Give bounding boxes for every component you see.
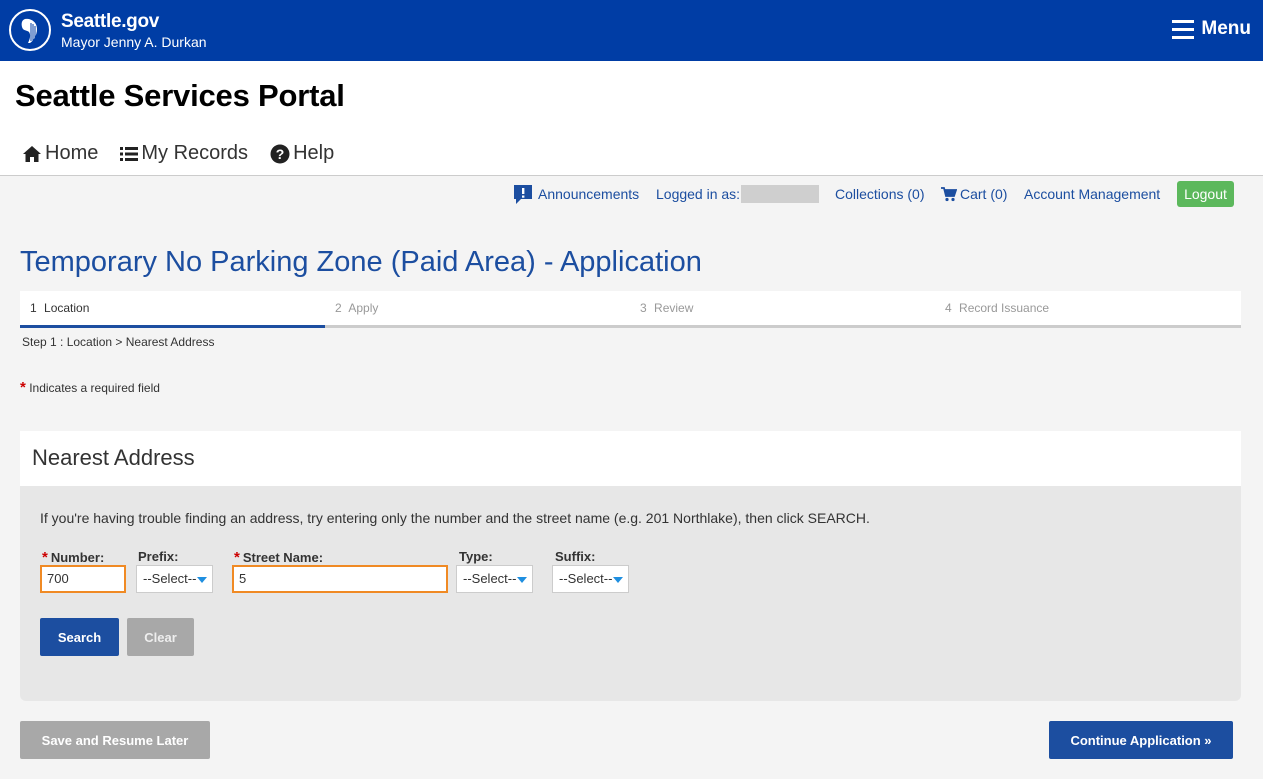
step-label: Record Issuance <box>959 301 1050 315</box>
number-label: * Number: <box>42 549 105 566</box>
required-asterisk: * <box>20 379 26 396</box>
nav-help[interactable]: ? Help <box>270 142 334 165</box>
announcements-link[interactable]: Announcements <box>512 181 639 207</box>
step-apply: 2 Apply <box>325 291 630 328</box>
step-number: 4 <box>945 301 952 315</box>
announcement-icon <box>514 185 532 204</box>
number-input[interactable]: 700 <box>40 565 126 593</box>
menu-button[interactable]: Menu <box>1172 18 1251 40</box>
step-label: Apply <box>348 301 379 315</box>
account-management-label: Account Management <box>1024 186 1161 202</box>
street-name-input[interactable]: 5 <box>232 565 448 593</box>
step-number: 3 <box>640 301 647 315</box>
announcements-label: Announcements <box>538 186 640 202</box>
street-name-label: * Street Name: <box>234 549 324 566</box>
list-icon <box>120 146 139 161</box>
cart-link[interactable]: Cart (0) <box>941 181 1007 207</box>
svg-text:?: ? <box>276 146 285 162</box>
brand-name[interactable]: Seattle.gov <box>61 11 159 33</box>
cart-label: Cart (0) <box>960 186 1008 202</box>
step-review: 3 Review <box>630 291 935 328</box>
type-label: Type: <box>459 549 493 564</box>
main-nav: Home My Records ? Help <box>22 142 356 165</box>
portal-title: Seattle Services Portal <box>15 78 345 113</box>
search-button[interactable]: Search <box>40 618 119 656</box>
nav-home[interactable]: Home <box>22 142 98 165</box>
step-number: 1 <box>30 301 37 315</box>
site-header: Seattle.gov Mayor Jenny A. Durkan Menu <box>0 0 1263 61</box>
nav-home-label: Home <box>45 142 99 164</box>
cart-icon <box>941 186 957 201</box>
step-label: Review <box>654 301 694 315</box>
required-asterisk: * <box>234 549 240 566</box>
save-and-resume-button[interactable]: Save and Resume Later <box>20 721 210 759</box>
utility-bar: Announcements Logged in as: Collections … <box>0 181 1263 209</box>
menu-label: Menu <box>1201 18 1251 39</box>
required-note-text: Indicates a required field <box>29 381 160 395</box>
account-management-link[interactable]: Account Management <box>1024 181 1160 207</box>
logged-in-label: Logged in as: <box>656 186 741 202</box>
nav-my-records-label: My Records <box>141 142 249 164</box>
nav-my-records[interactable]: My Records <box>120 142 248 165</box>
dropdown-caret-icon <box>517 577 527 583</box>
step-number: 2 <box>335 301 342 315</box>
logged-in-status: Logged in as: <box>656 181 820 207</box>
suffix-select-value: --Select-- <box>559 571 613 586</box>
type-select-value: --Select-- <box>463 571 517 586</box>
question-circle-icon: ? <box>270 144 290 163</box>
hamburger-icon <box>1172 19 1195 39</box>
required-asterisk: * <box>42 549 48 566</box>
portal-header: Seattle Services Portal Home My Records … <box>0 61 1263 176</box>
dropdown-caret-icon <box>197 577 207 583</box>
collections-label: Collections (0) <box>835 186 925 202</box>
prefix-select-value: --Select-- <box>143 571 197 586</box>
step-description: Step 1 : Location > Nearest Address <box>22 335 215 349</box>
prefix-select[interactable]: --Select-- <box>136 565 213 593</box>
step-label: Location <box>44 301 90 315</box>
type-select[interactable]: --Select-- <box>456 565 533 593</box>
suffix-label: Suffix: <box>555 549 596 564</box>
nearest-address-panel: Nearest Address If you're having trouble… <box>20 431 1241 701</box>
suffix-select[interactable]: --Select-- <box>552 565 629 593</box>
prefix-label: Prefix: <box>138 549 179 564</box>
seattle-seal-logo[interactable] <box>9 9 51 51</box>
continue-application-button[interactable]: Continue Application » <box>1049 721 1233 759</box>
step-location[interactable]: 1 Location <box>20 291 325 328</box>
home-icon <box>23 145 41 162</box>
panel-title: Nearest Address <box>32 445 195 470</box>
search-help-text: If you're having trouble finding an addr… <box>40 510 870 526</box>
brand-subtitle: Mayor Jenny A. Durkan <box>61 34 207 50</box>
required-field-note: * Indicates a required field <box>20 379 160 396</box>
clear-button[interactable]: Clear <box>127 618 194 656</box>
panel-header: Nearest Address <box>20 431 1241 486</box>
logout-button[interactable]: Logout <box>1177 181 1234 207</box>
progress-stepper: 1 Location 2 Apply 3 Review 4 Record Iss… <box>20 291 1241 328</box>
nav-help-label: Help <box>293 142 335 164</box>
collections-link[interactable]: Collections (0) <box>835 181 924 207</box>
redacted-username <box>741 185 820 203</box>
dropdown-caret-icon <box>613 577 623 583</box>
step-record-issuance: 4 Record Issuance <box>935 291 1240 328</box>
page-title: Temporary No Parking Zone (Paid Area) - … <box>20 246 702 278</box>
